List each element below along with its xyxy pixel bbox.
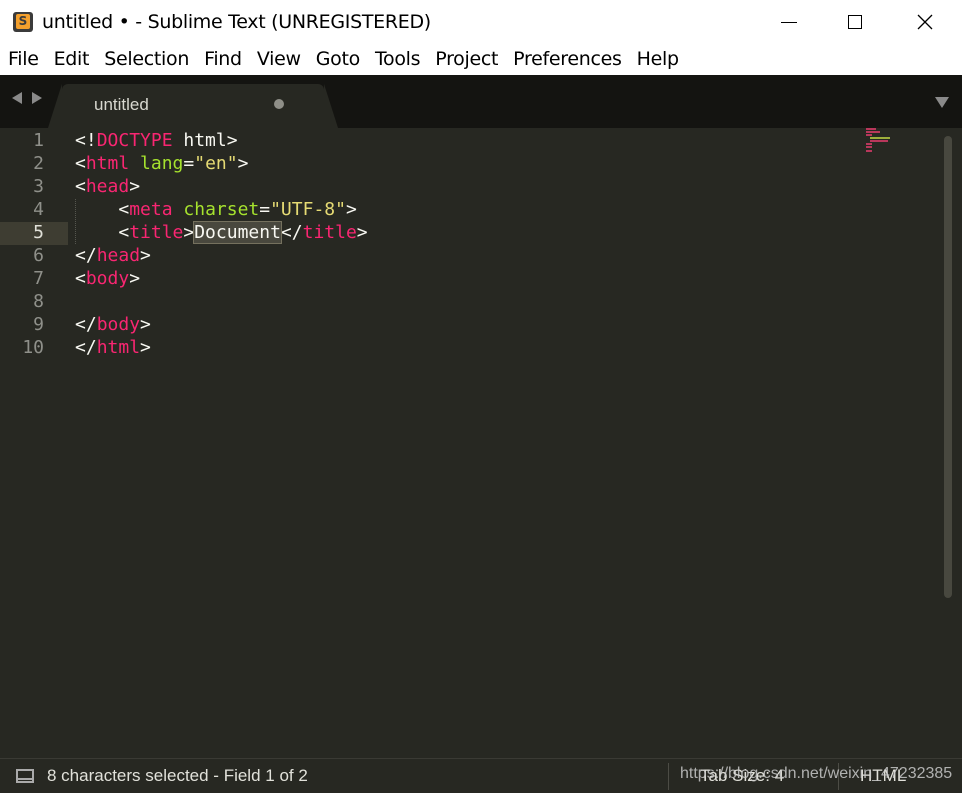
editor-pane[interactable]: 1 2 3 4 5 6 7 8 9 10 <!DOCTYPE html> <htm…: [0, 128, 962, 758]
code-line[interactable]: <title>Document</title>: [75, 221, 368, 244]
next-tab-icon[interactable]: [32, 92, 42, 104]
maximize-icon: [848, 15, 862, 29]
line-number: 4: [33, 199, 44, 220]
menu-find[interactable]: Find: [196, 44, 249, 75]
line-number: 2: [33, 153, 44, 174]
minimize-button[interactable]: [760, 0, 818, 44]
close-icon: [917, 14, 933, 30]
selection-status: 8 characters selected - Field 1 of 2: [47, 766, 308, 785]
line-number: 6: [33, 245, 44, 266]
line-number: 7: [33, 268, 44, 289]
line-number: 9: [33, 314, 44, 335]
code-line[interactable]: </head>: [75, 244, 151, 267]
tab-list-dropdown-icon[interactable]: [935, 97, 949, 108]
maximize-button[interactable]: [826, 0, 884, 44]
selected-text[interactable]: Document: [193, 221, 282, 244]
minimize-icon: [781, 21, 797, 23]
tab-navigation: [12, 92, 42, 104]
line-number: 10: [22, 337, 44, 358]
menu-preferences[interactable]: Preferences: [505, 44, 628, 75]
window-title: untitled • - Sublime Text (UNREGISTERED): [42, 11, 431, 33]
code-line[interactable]: <!DOCTYPE html>: [75, 129, 238, 152]
menu-tools[interactable]: Tools: [367, 44, 427, 75]
watermark: https://blog.csdn.net/weixin_47232385: [680, 765, 953, 782]
menu-selection[interactable]: Selection: [96, 44, 196, 75]
menu-project[interactable]: Project: [427, 44, 505, 75]
tab-label: untitled: [94, 95, 149, 114]
sublime-text-icon: S: [13, 12, 33, 32]
code-line[interactable]: </html>: [75, 336, 151, 359]
line-number: 5: [33, 222, 44, 243]
line-number: 1: [33, 130, 44, 151]
previous-tab-icon[interactable]: [12, 92, 22, 104]
menu-bar: File Edit Selection Find View Goto Tools…: [0, 44, 962, 75]
close-button[interactable]: [896, 0, 954, 44]
code-line[interactable]: <body>: [75, 267, 140, 290]
vertical-scrollbar[interactable]: [940, 130, 956, 755]
menu-help[interactable]: Help: [629, 44, 686, 75]
code-line[interactable]: <html lang="en">: [75, 152, 248, 175]
menu-goto[interactable]: Goto: [308, 44, 367, 75]
unsaved-dot-icon[interactable]: [274, 99, 284, 109]
menu-view[interactable]: View: [249, 44, 308, 75]
code-line[interactable]: </body>: [75, 313, 151, 336]
status-separator: [668, 763, 669, 790]
title-bar: S untitled • - Sublime Text (UNREGISTERE…: [0, 0, 962, 44]
menu-file[interactable]: File: [0, 44, 46, 75]
line-number: 8: [33, 291, 44, 312]
panel-toggle-icon[interactable]: [16, 769, 34, 783]
tab-untitled[interactable]: untitled: [48, 84, 338, 128]
menu-edit[interactable]: Edit: [46, 44, 97, 75]
code-line[interactable]: <head>: [75, 175, 140, 198]
code-line[interactable]: <meta charset="UTF-8">: [75, 198, 356, 221]
scrollbar-thumb[interactable]: [944, 136, 952, 598]
minimap[interactable]: [866, 128, 900, 154]
line-number: 3: [33, 176, 44, 197]
line-gutter: 1 2 3 4 5 6 7 8 9 10: [0, 128, 70, 758]
